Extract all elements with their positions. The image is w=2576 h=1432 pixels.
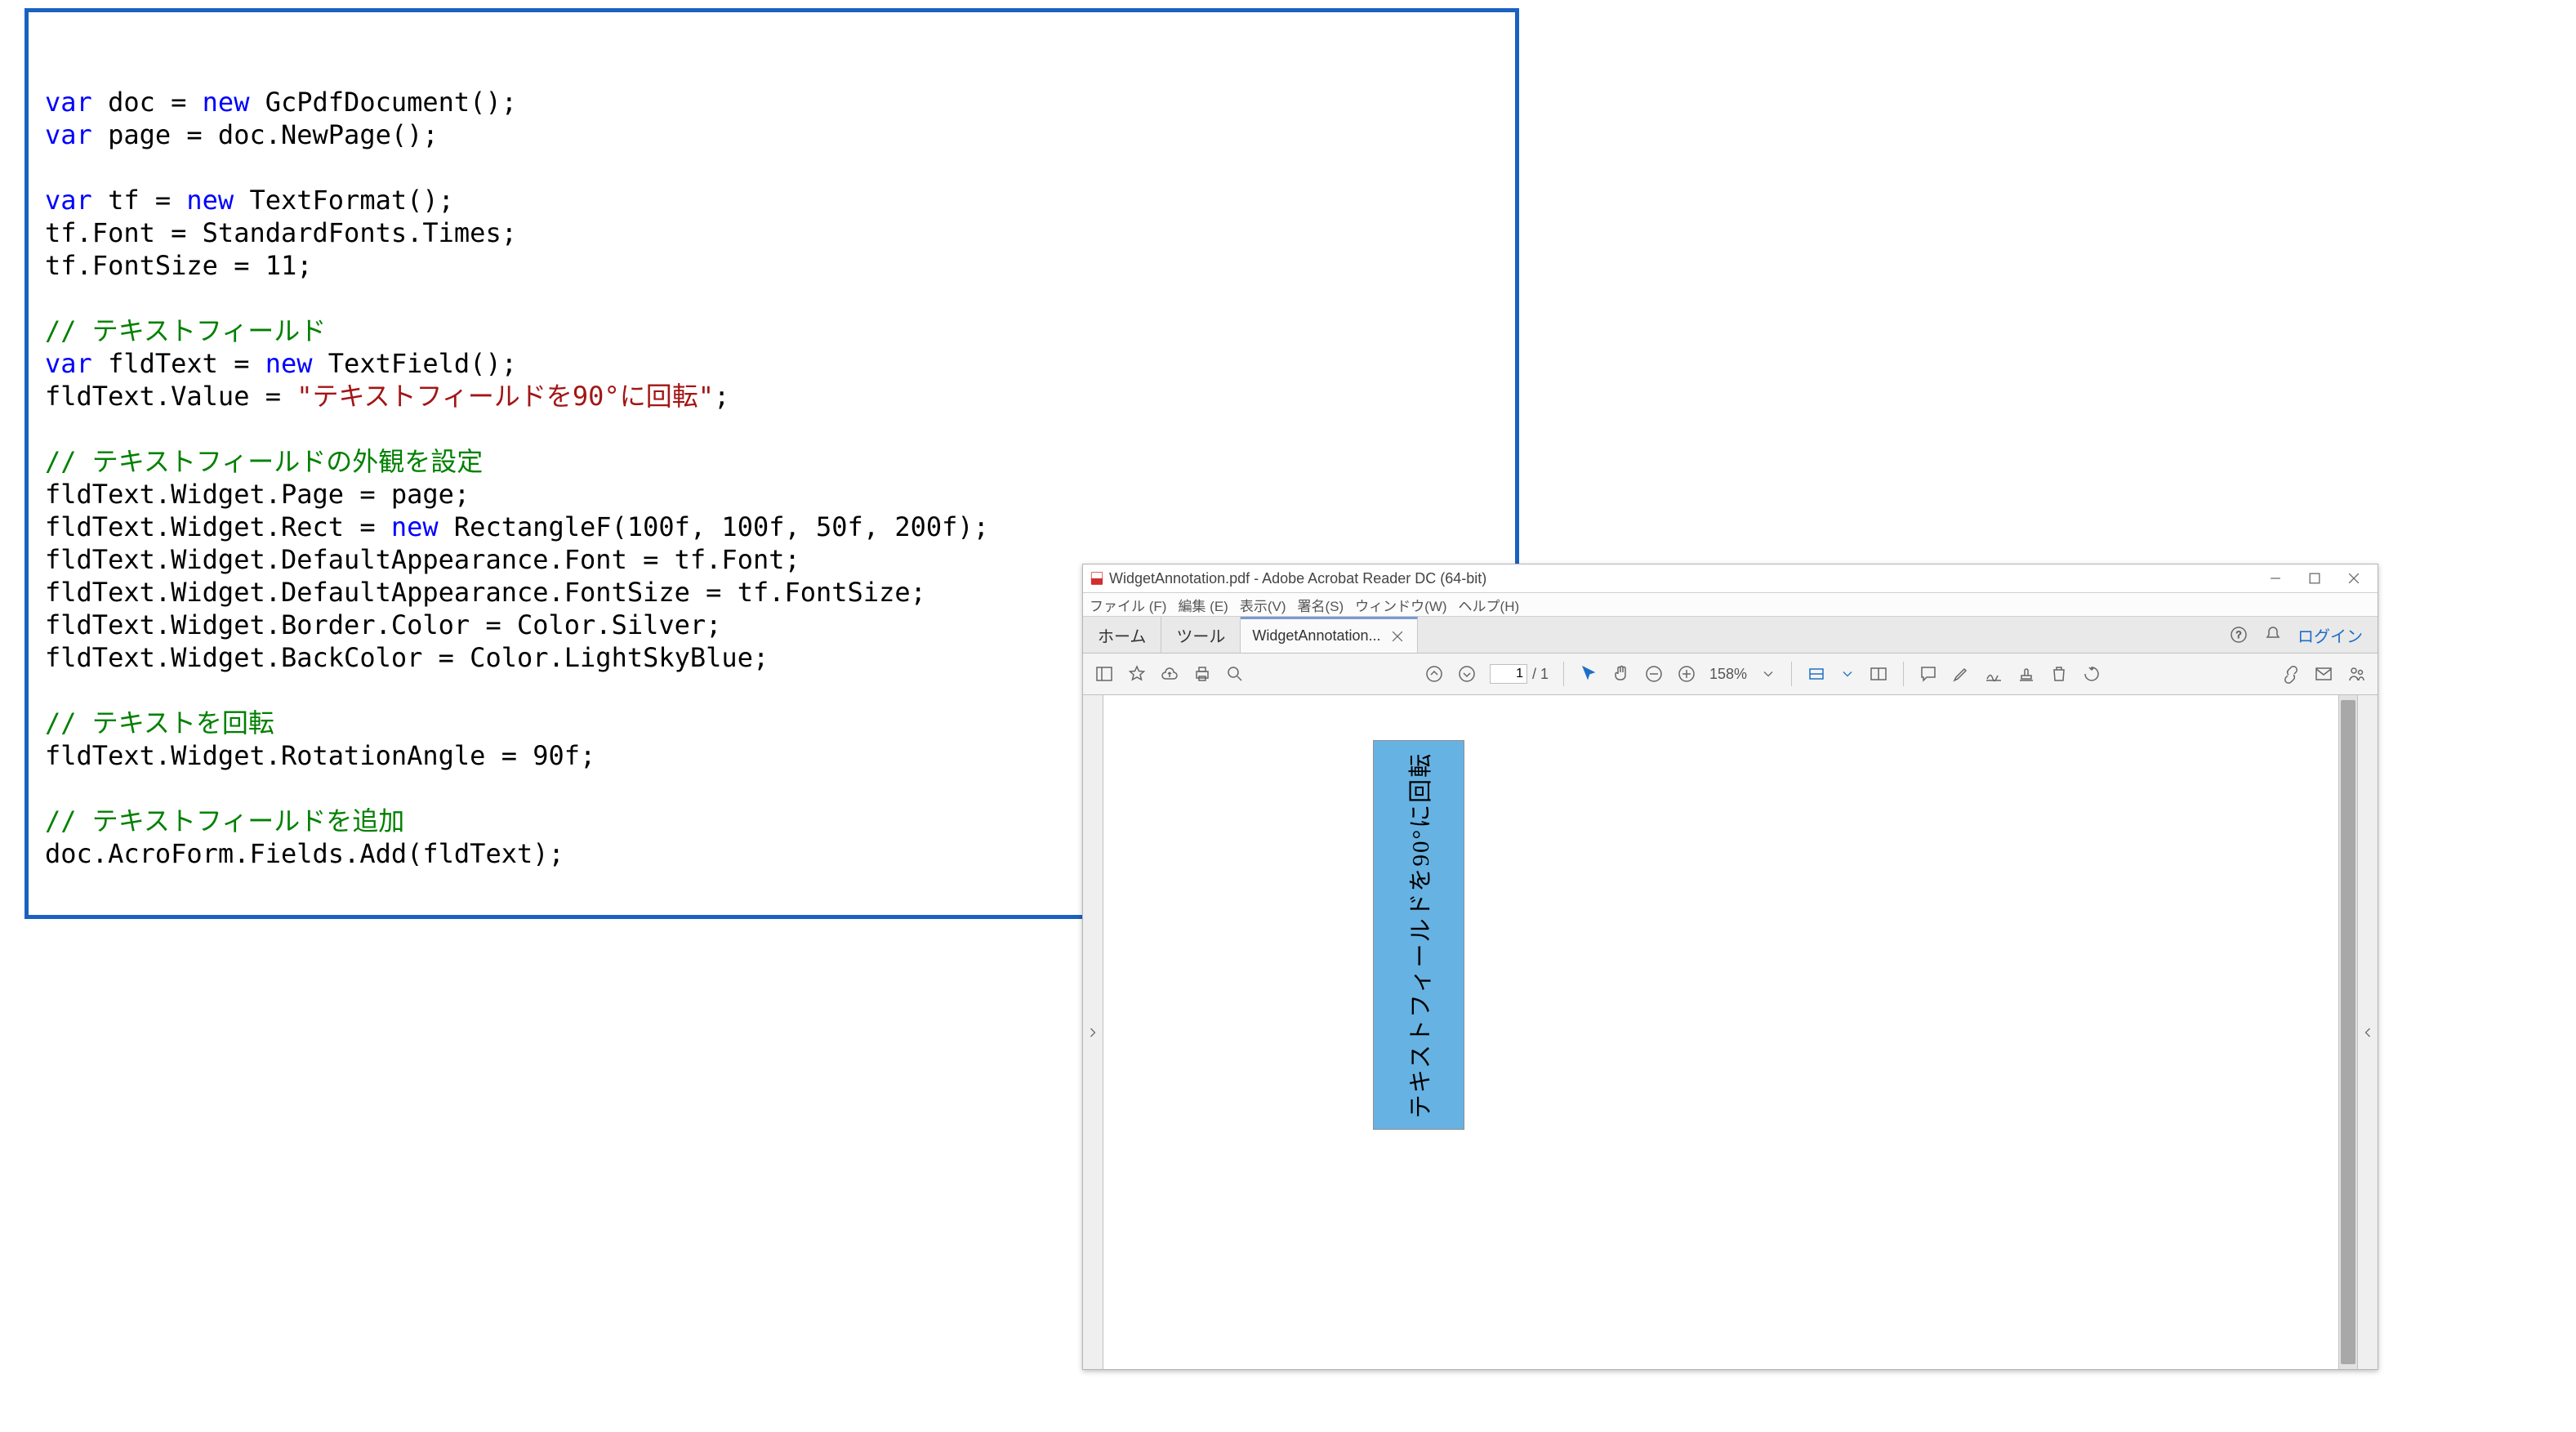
fit-width-icon[interactable] bbox=[1807, 664, 1826, 684]
text-field-value: テキストフィールドを90°に回転 bbox=[1402, 752, 1436, 1117]
share-people-icon[interactable] bbox=[2346, 664, 2366, 684]
document-viewer: テキストフィールドを90°に回転 bbox=[1083, 695, 2378, 1369]
code-token: page = doc.NewPage(); bbox=[92, 119, 439, 150]
code-token: ; bbox=[714, 381, 729, 412]
page-number-input[interactable] bbox=[1490, 664, 1527, 684]
menu-bar: ファイル (F) 編集 (E) 表示(V) 署名(S) ウィンドウ(W) ヘルプ(H) bbox=[1083, 593, 2378, 617]
help-icon[interactable]: ? bbox=[2229, 625, 2248, 645]
code-token: "テキストフィールドを90°に回転" bbox=[296, 381, 714, 412]
window-maximize-button[interactable] bbox=[2296, 566, 2333, 591]
login-button[interactable]: ログイン bbox=[2297, 623, 2363, 647]
zoom-out-icon[interactable] bbox=[1644, 664, 1664, 684]
code-token: fldText.Widget.RotationAngle = 90f; bbox=[45, 740, 595, 771]
tab-tools[interactable]: ツール bbox=[1161, 617, 1241, 653]
menu-item[interactable]: ヘルプ(H) bbox=[1459, 595, 1520, 615]
menu-item[interactable]: 署名(S) bbox=[1298, 595, 1344, 615]
code-token: RectangleF(100f, 100f, 50f, 200f); bbox=[439, 511, 989, 542]
code-token: fldText = bbox=[92, 348, 265, 379]
right-panel-expand[interactable] bbox=[2357, 695, 2378, 1369]
print-icon[interactable] bbox=[1192, 664, 1212, 684]
delete-icon[interactable] bbox=[2049, 664, 2069, 684]
text-field-widget[interactable]: テキストフィールドを90°に回転 bbox=[1373, 740, 1464, 1130]
share-link-icon[interactable] bbox=[2281, 664, 2301, 684]
search-icon[interactable] bbox=[1225, 664, 1245, 684]
code-token: // テキストフィールドを追加 bbox=[45, 805, 404, 836]
hand-pan-icon[interactable] bbox=[1611, 664, 1631, 684]
menu-item[interactable]: 編集 (E) bbox=[1178, 595, 1228, 615]
bell-icon[interactable] bbox=[2263, 625, 2283, 645]
code-token: GcPdfDocument(); bbox=[249, 87, 517, 118]
code-token: new bbox=[203, 87, 250, 118]
scrollbar-thumb[interactable] bbox=[2341, 700, 2355, 1364]
chevron-left-icon bbox=[2360, 1024, 2376, 1041]
window-title: WidgetAnnotation.pdf - Adobe Acrobat Rea… bbox=[1109, 570, 1486, 587]
read-mode-icon[interactable] bbox=[1869, 664, 1888, 684]
code-token: var bbox=[45, 185, 92, 216]
email-icon[interactable] bbox=[2314, 664, 2333, 684]
page-total: / 1 bbox=[1532, 666, 1549, 683]
code-token: tf.Font = StandardFonts.Times; bbox=[45, 217, 517, 248]
rotate-icon[interactable] bbox=[2082, 664, 2101, 684]
tab-home[interactable]: ホーム bbox=[1083, 617, 1161, 653]
menu-item[interactable]: 表示(V) bbox=[1240, 595, 1286, 615]
code-token: TextField(); bbox=[313, 348, 517, 379]
code-token: // テキストフィールドの外観を設定 bbox=[45, 446, 483, 477]
left-nav-expand[interactable] bbox=[1083, 695, 1103, 1369]
code-token: fldText.Widget.Border.Color = Color.Silv… bbox=[45, 609, 721, 640]
main-toolbar: / 1 158% bbox=[1083, 654, 2378, 695]
code-token: doc = bbox=[92, 87, 203, 118]
fit-dropdown-icon[interactable] bbox=[1839, 666, 1856, 682]
vertical-scrollbar[interactable] bbox=[2338, 695, 2357, 1369]
window-minimize-button[interactable] bbox=[2257, 566, 2294, 591]
code-token: fldText.Widget.DefaultAppearance.FontSiz… bbox=[45, 577, 926, 608]
tab-tools-label: ツール bbox=[1176, 623, 1225, 647]
code-token: tf = bbox=[92, 185, 187, 216]
acrobat-reader-window: WidgetAnnotation.pdf - Adobe Acrobat Rea… bbox=[1082, 564, 2378, 1370]
code-token: fldText.Widget.Rect = bbox=[45, 511, 391, 542]
code-token: new bbox=[186, 185, 234, 216]
page-down-icon[interactable] bbox=[1457, 664, 1477, 684]
tab-document-label: WidgetAnnotation... bbox=[1252, 627, 1380, 645]
page-up-icon[interactable] bbox=[1424, 664, 1444, 684]
window-titlebar: WidgetAnnotation.pdf - Adobe Acrobat Rea… bbox=[1083, 564, 2378, 593]
code-token: fldText.Widget.BackColor = Color.LightSk… bbox=[45, 642, 769, 673]
code-token: tf.FontSize = 11; bbox=[45, 250, 313, 281]
code-token: new bbox=[265, 348, 313, 379]
code-token: new bbox=[391, 511, 439, 542]
star-icon[interactable] bbox=[1127, 664, 1147, 684]
menu-item[interactable]: ファイル (F) bbox=[1090, 595, 1166, 615]
highlight-icon[interactable] bbox=[1951, 664, 1971, 684]
code-token: doc.AcroForm.Fields.Add(fldText); bbox=[45, 838, 564, 869]
menu-item[interactable]: ウィンドウ(W) bbox=[1355, 595, 1446, 615]
window-close-button[interactable] bbox=[2335, 566, 2373, 591]
code-token: TextFormat(); bbox=[234, 185, 454, 216]
code-token: var bbox=[45, 348, 92, 379]
zoom-in-icon[interactable] bbox=[1677, 664, 1696, 684]
cursor-select-icon[interactable] bbox=[1579, 664, 1598, 684]
code-token: // テキストフィールド bbox=[45, 315, 326, 346]
zoom-value[interactable]: 158% bbox=[1709, 666, 1747, 683]
cloud-upload-icon[interactable] bbox=[1160, 664, 1179, 684]
code-token: fldText.Value = bbox=[45, 381, 296, 412]
tab-home-label: ホーム bbox=[1098, 623, 1146, 647]
pdf-page[interactable]: テキストフィールドを90°に回転 bbox=[1103, 695, 2338, 1369]
code-token: fldText.Widget.Page = page; bbox=[45, 479, 470, 510]
svg-text:?: ? bbox=[2236, 629, 2242, 640]
code-token: // テキストを回転 bbox=[45, 707, 274, 738]
sign-icon[interactable] bbox=[1984, 664, 2003, 684]
pdf-file-icon bbox=[1090, 571, 1104, 586]
code-token: var bbox=[45, 87, 92, 118]
code-token: var bbox=[45, 119, 92, 150]
stamp-icon[interactable] bbox=[2017, 664, 2036, 684]
tab-close-icon[interactable] bbox=[1389, 628, 1406, 645]
zoom-dropdown-icon[interactable] bbox=[1760, 666, 1776, 682]
tab-document[interactable]: WidgetAnnotation... bbox=[1241, 617, 1417, 653]
code-token: fldText.Widget.DefaultAppearance.Font = … bbox=[45, 544, 800, 575]
sidebar-toggle-icon[interactable] bbox=[1094, 664, 1114, 684]
comment-icon[interactable] bbox=[1919, 664, 1938, 684]
tab-bar: ホーム ツール WidgetAnnotation... ? ログイン bbox=[1083, 617, 2378, 654]
chevron-right-icon bbox=[1085, 1024, 1101, 1041]
